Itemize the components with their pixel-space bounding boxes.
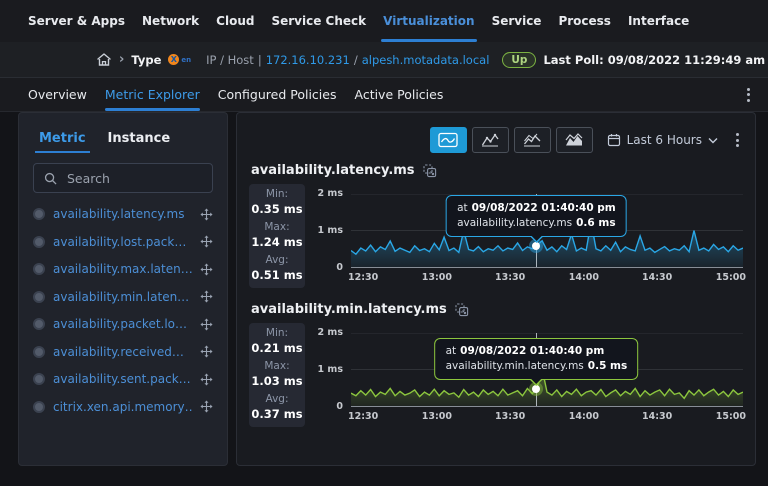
app-window: Server & Apps Network Cloud Service Chec… (0, 0, 768, 486)
calendar-icon (607, 133, 621, 147)
nav-item-cloud[interactable]: Cloud (216, 0, 254, 42)
min-value: 0.35 ms (251, 201, 303, 216)
max-value: 1.03 ms (251, 373, 303, 388)
y-axis: 2 ms 1 ms 0 (317, 327, 343, 412)
metric-item[interactable]: availability.lost.pack… (33, 235, 213, 249)
tab-metric-explorer[interactable]: Metric Explorer (104, 78, 200, 111)
breadcrumb-type-label: Type (131, 52, 162, 67)
status-badge: Up (502, 51, 537, 68)
host-info-bar: › Type X en IP / Host | 172.16.10.231 / … (0, 42, 768, 78)
nav-item-service-check[interactable]: Service Check (271, 0, 366, 42)
home-icon[interactable] (96, 52, 112, 67)
chart-kebab-menu-icon[interactable] (732, 129, 743, 151)
x-axis: 12:30 13:00 13:30 14:00 14:30 15:00 (348, 411, 746, 422)
last-poll: Last Poll: 09/08/2022 11:29:49 am (543, 52, 766, 67)
sidebar-tab-instance[interactable]: Instance (108, 123, 171, 153)
chart-plot[interactable]: at 09/08/2022 01:40:40 pm availability.mi… (351, 333, 743, 407)
last-poll-value: 09/08/2022 11:29:49 am (607, 52, 766, 67)
metric-sidebar: Metric Instance availability.latency.ms … (18, 112, 228, 466)
search-icon (44, 172, 57, 185)
chart-toolbar: Last 6 Hours (249, 125, 743, 155)
sidebar-tab-metric[interactable]: Metric (35, 123, 90, 153)
metric-bullet-icon (33, 263, 45, 275)
drag-handle-icon[interactable] (200, 317, 213, 331)
min-value: 0.21 ms (251, 340, 303, 355)
nav-item-network[interactable]: Network (142, 0, 199, 42)
search-input[interactable] (65, 169, 225, 187)
metric-item[interactable]: availability.received… (33, 345, 213, 359)
avg-value: 0.51 ms (251, 267, 303, 282)
stacked-area-chart-button[interactable] (555, 127, 593, 153)
drag-handle-icon[interactable] (200, 372, 213, 386)
metric-item[interactable]: availability.max.laten… (33, 262, 213, 276)
content-area: Metric Instance availability.latency.ms … (0, 112, 768, 486)
metric-item[interactable]: availability.latency.ms (33, 207, 213, 221)
x-axis: 12:30 13:00 13:30 14:00 14:30 15:00 (348, 272, 746, 283)
chart-title: availability.min.latency.ms (251, 302, 447, 317)
line-chart-button[interactable] (471, 127, 509, 153)
nav-item-process[interactable]: Process (558, 0, 611, 42)
chart-title: availability.latency.ms (251, 163, 415, 178)
drag-handle-icon[interactable] (200, 290, 213, 303)
metric-item[interactable]: availability.sent.pack… (33, 372, 213, 386)
page-tabs: Overview Metric Explorer Configured Poli… (0, 78, 768, 112)
drag-handle-icon[interactable] (200, 207, 213, 221)
stats-box: Min: 0.35 ms Max: 1.24 ms Avg: 0.51 ms (249, 184, 305, 288)
metric-bullet-icon (33, 290, 45, 303)
metric-bullet-icon (33, 318, 45, 330)
nav-item-interface[interactable]: Interface (628, 0, 689, 42)
clone-widget-icon[interactable] (455, 302, 469, 317)
metric-bullet-icon (33, 400, 45, 413)
nav-item-virtualization[interactable]: Virtualization (381, 0, 478, 42)
clone-widget-icon[interactable] (422, 163, 437, 178)
drag-handle-icon[interactable] (200, 262, 213, 276)
chevron-down-icon (708, 137, 718, 144)
metric-item[interactable]: availability.min.laten… (33, 290, 213, 304)
breadcrumb-chevron-icon: › (119, 52, 125, 67)
time-range-selector[interactable]: Last 6 Hours (607, 133, 718, 147)
search-box[interactable] (33, 163, 225, 193)
hostname-link[interactable]: alpesh.motadata.local (362, 53, 490, 67)
ip-host-label: IP / Host (206, 52, 254, 67)
time-range-label: Last 6 Hours (626, 133, 702, 147)
metric-bullet-icon (33, 373, 45, 385)
stats-box: Min: 0.21 ms Max: 1.03 ms Avg: 0.37 ms (249, 323, 305, 427)
host-ip-link[interactable]: 172.16.10.231 (266, 53, 350, 67)
tab-active-policies[interactable]: Active Policies (354, 78, 443, 111)
metric-bullet-icon (33, 235, 45, 248)
multi-line-chart-button[interactable] (513, 127, 551, 153)
chart-tooltip: at 09/08/2022 01:40:40 pm availability.mi… (434, 338, 639, 386)
tabs-kebab-menu-icon[interactable] (743, 84, 754, 106)
drag-handle-icon[interactable] (200, 235, 213, 248)
metric-item[interactable]: citrix.xen.api.memory… (33, 400, 213, 414)
avg-value: 0.37 ms (251, 406, 303, 421)
nav-item-server-apps[interactable]: Server & Apps (28, 0, 125, 42)
metric-bullet-icon (33, 208, 45, 220)
drag-handle-icon[interactable] (200, 345, 213, 358)
metric-explorer-panel: Last 6 Hours availability.latency.ms Min… (236, 112, 756, 466)
top-navigation: Server & Apps Network Cloud Service Chec… (0, 0, 768, 42)
metric-bullet-icon (33, 345, 45, 358)
tab-overview[interactable]: Overview (28, 78, 87, 111)
metric-list: availability.latency.ms availability.los… (33, 207, 213, 414)
max-value: 1.24 ms (251, 234, 303, 249)
chart-plot[interactable]: at 09/08/2022 01:40:40 pm availability.la… (351, 194, 743, 268)
chart-block-latency: availability.latency.ms Min: 0.35 ms Max… (249, 163, 746, 288)
y-axis: 2 ms 1 ms 0 (317, 188, 343, 273)
chart-block-min-latency: availability.min.latency.ms Min: 0.21 ms… (249, 302, 746, 427)
area-chart-button[interactable] (429, 127, 467, 153)
tab-configured-policies[interactable]: Configured Policies (218, 78, 337, 111)
chart-tooltip: at 09/08/2022 01:40:40 pm availability.la… (446, 195, 627, 243)
metric-item[interactable]: availability.packet.lo… (33, 317, 213, 331)
drag-handle-icon[interactable] (200, 400, 213, 413)
xen-logo-badge: X en (168, 54, 191, 65)
nav-item-service[interactable]: Service (492, 0, 542, 42)
ip-host-group: IP / Host | 172.16.10.231 / alpesh.motad… (206, 52, 490, 67)
